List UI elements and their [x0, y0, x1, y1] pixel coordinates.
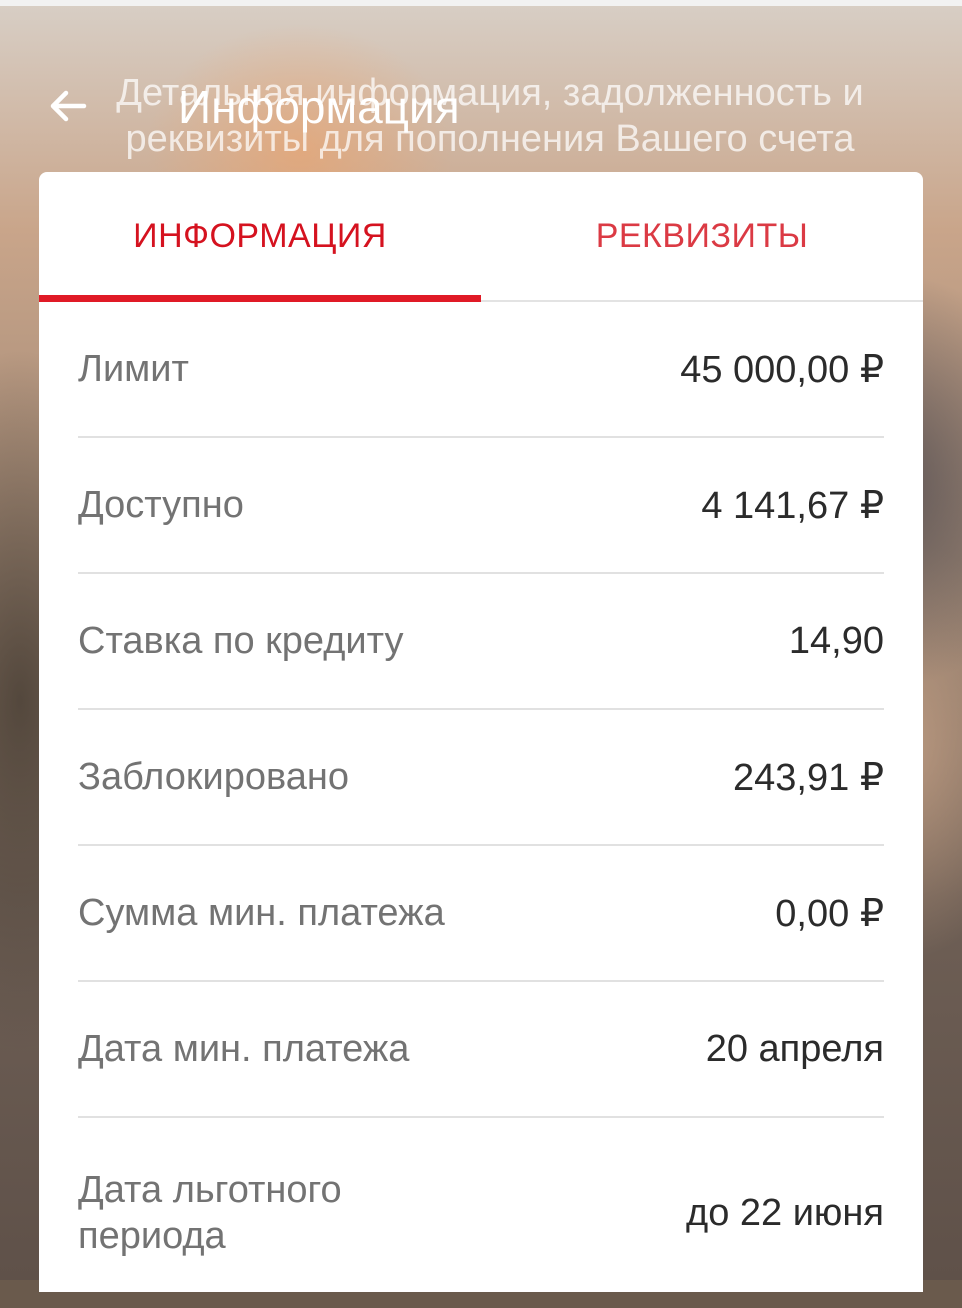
- row-label: Сумма мин. платежа: [78, 892, 445, 934]
- row-value: 243,91 ₽: [733, 756, 884, 799]
- tab-requisites[interactable]: Реквизиты: [481, 172, 923, 300]
- row-value: 4 141,67 ₽: [701, 484, 884, 527]
- active-tab-indicator: [39, 295, 481, 302]
- account-info-card: Информация Реквизиты Лимит 45 000,00 ₽ Д…: [39, 172, 923, 1292]
- info-list: Лимит 45 000,00 ₽ Доступно 4 141,67 ₽ Ст…: [39, 302, 923, 1308]
- app-header: Детальная информация, задолженность и ре…: [0, 30, 962, 160]
- tab-information[interactable]: Информация: [39, 172, 481, 300]
- row-label: Лимит: [78, 348, 189, 390]
- row-value: 20 апреля: [705, 1027, 884, 1070]
- row-blocked: Заблокировано 243,91 ₽: [78, 710, 884, 846]
- row-label: Доступно: [78, 484, 244, 526]
- row-min-payment-amount: Сумма мин. платежа 0,00 ₽: [78, 846, 884, 982]
- status-bar-strip: [0, 0, 962, 6]
- page-title: Информация: [178, 81, 460, 133]
- row-limit: Лимит 45 000,00 ₽: [78, 302, 884, 438]
- row-value: 45 000,00 ₽: [680, 348, 884, 391]
- row-value: до 22 июня: [686, 1191, 884, 1234]
- row-label: Дата льготного периода: [78, 1169, 342, 1257]
- row-min-payment-date: Дата мин. платежа 20 апреля: [78, 982, 884, 1118]
- row-value: 0,00 ₽: [775, 892, 884, 935]
- row-label: Заблокировано: [78, 756, 350, 798]
- tab-bar: Информация Реквизиты: [39, 172, 923, 302]
- row-available: Доступно 4 141,67 ₽: [78, 438, 884, 574]
- row-value: 14,90: [788, 619, 884, 662]
- row-label: Дата мин. платежа: [78, 1028, 410, 1070]
- row-label: Ставка по кредиту: [78, 620, 404, 662]
- arrow-left-icon[interactable]: [46, 84, 90, 128]
- row-credit-rate: Ставка по кредиту 14,90: [78, 574, 884, 710]
